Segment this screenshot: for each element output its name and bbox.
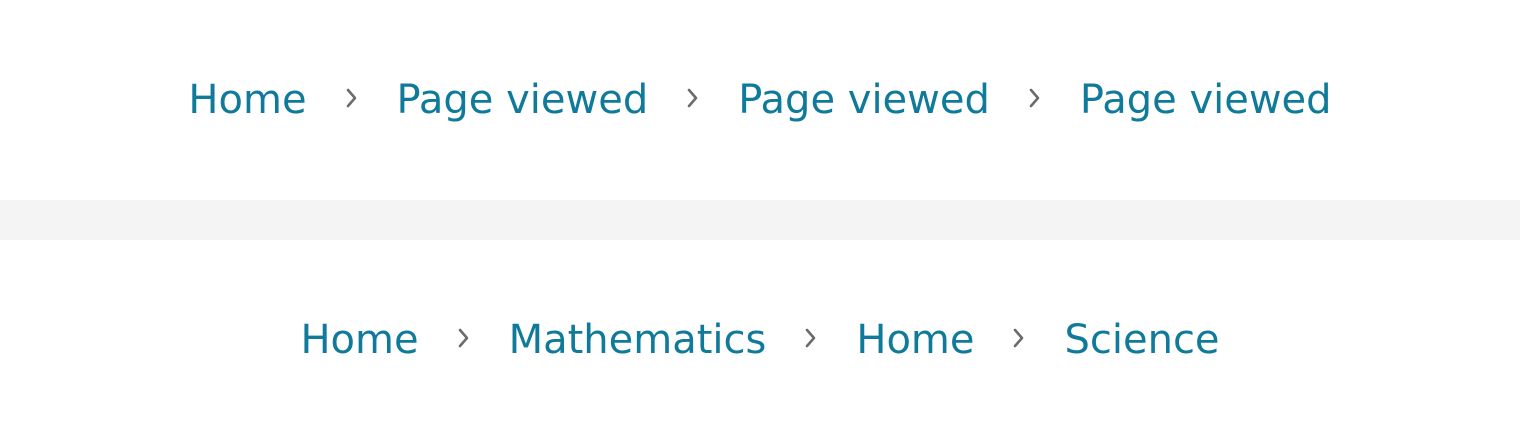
breadcrumb-item: Science — [1064, 320, 1219, 360]
breadcrumb: Home Mathematics Home Science — [300, 320, 1219, 360]
breadcrumb-link-home[interactable]: Home — [856, 317, 974, 363]
breadcrumb-list: Home Page viewed Page viewed Page viewed — [188, 80, 1331, 120]
breadcrumb-item: Page viewed — [397, 80, 649, 120]
breadcrumb-link-page-viewed[interactable]: Page viewed — [397, 77, 649, 123]
breadcrumb-separator — [307, 87, 397, 109]
breadcrumb-link-page-viewed[interactable]: Page viewed — [1080, 77, 1332, 123]
breadcrumb: Home Page viewed Page viewed Page viewed — [188, 80, 1331, 120]
breadcrumb-link-mathematics[interactable]: Mathematics — [509, 317, 767, 363]
breadcrumb-panel-bottom: Home Mathematics Home Science — [0, 240, 1520, 440]
breadcrumb-item: Home — [188, 80, 306, 120]
breadcrumb-item: Page viewed — [738, 80, 990, 120]
breadcrumb-item: Home — [300, 320, 418, 360]
breadcrumb-separator — [990, 87, 1080, 109]
breadcrumb-item: Home — [856, 320, 974, 360]
breadcrumb-item: Mathematics — [509, 320, 767, 360]
chevron-right-icon — [458, 328, 468, 348]
breadcrumb-link-home[interactable]: Home — [300, 317, 418, 363]
breadcrumb-link-home[interactable]: Home — [188, 77, 306, 123]
breadcrumb-link-science[interactable]: Science — [1064, 317, 1219, 363]
breadcrumb-separator — [648, 87, 738, 109]
chevron-right-icon — [806, 328, 816, 348]
breadcrumb-separator — [974, 327, 1064, 349]
breadcrumb-link-page-viewed[interactable]: Page viewed — [738, 77, 990, 123]
breadcrumb-list: Home Mathematics Home Science — [300, 320, 1219, 360]
chevron-right-icon — [346, 88, 356, 108]
breadcrumb-panel-top: Home Page viewed Page viewed Page viewed — [0, 0, 1520, 200]
breadcrumb-separator — [766, 327, 856, 349]
chevron-right-icon — [1014, 328, 1024, 348]
breadcrumb-item: Page viewed — [1080, 80, 1332, 120]
chevron-right-icon — [687, 88, 698, 108]
breadcrumb-separator — [419, 327, 509, 349]
chevron-right-icon — [1029, 88, 1040, 108]
divider-band — [0, 200, 1520, 240]
